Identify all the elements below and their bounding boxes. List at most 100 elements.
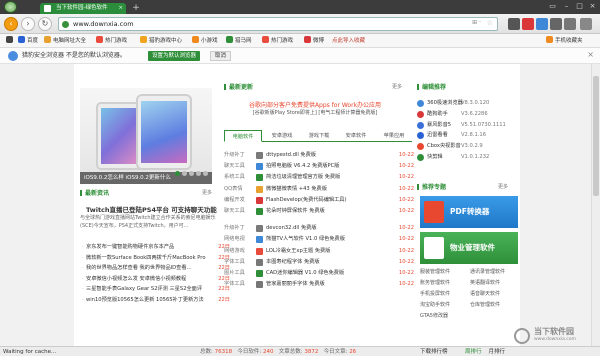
- refresh-button[interactable]: ↻: [38, 17, 52, 31]
- table-row[interactable]: 聊天工具 拍照电脑版 V6.4.2 免费版PC版 10-22: [224, 161, 414, 172]
- table-row[interactable]: 编程开发 FlashDevelop(免费代码编辑工具) 10-22: [224, 195, 414, 206]
- tab-android-software[interactable]: 安卓软件: [338, 130, 374, 142]
- table-row[interactable]: 升级补丁 devcon32.dll 免费版 10-22: [224, 223, 414, 234]
- game-icon[interactable]: [536, 18, 548, 30]
- list-item[interactable]: 三星智能手表Galaxy Gear S2评测 三星S2全面评22日: [82, 284, 230, 295]
- list-item[interactable]: 暴风影音5 V5.51.0730.1111: [417, 120, 513, 131]
- bookmark-item[interactable]: 猎豹游戏中心: [140, 36, 182, 46]
- topic-link[interactable]: 手机投屏软件: [420, 290, 450, 297]
- list-item[interactable]: 酷狗助手 V3.6.2286: [417, 109, 513, 120]
- sidebar-icon[interactable]: [550, 18, 562, 30]
- forward-button[interactable]: ›: [21, 17, 35, 31]
- account-icon[interactable]: [564, 18, 576, 30]
- list-item[interactable]: 京东发布一键智能购物硬件京东本产品22日: [82, 242, 230, 253]
- tab-apple-apps[interactable]: 苹果应用: [376, 130, 412, 142]
- list-item[interactable]: 安卓微信小视频怎么发 安卓微信小视频教程22日: [82, 274, 230, 285]
- tab-game-download[interactable]: 游戏下载: [302, 130, 336, 142]
- slider-dots[interactable]: [173, 169, 208, 181]
- more-link[interactable]: 更多: [392, 83, 402, 90]
- browser-menu-icon[interactable]: [4, 1, 17, 13]
- editor-picks-list: 360极速浏览器 V8.3.0.120 酷狗助手 V3.6.2286 暴风影音5 V5…: [417, 98, 513, 163]
- table-row[interactable]: 网络游戏 LOL冷霜女王xp主题 免费版 10-22: [224, 246, 414, 257]
- cancel-button[interactable]: 取消: [210, 51, 232, 61]
- watermark-logo-icon: [514, 328, 530, 344]
- menu-icon[interactable]: [580, 18, 592, 30]
- tab-android-games[interactable]: 安卓游戏: [264, 130, 300, 142]
- import-bookmarks-link[interactable]: 点此导入收藏: [332, 36, 365, 46]
- topic-link[interactable]: 仓库管理软件: [470, 301, 500, 308]
- bookmark-item[interactable]: 电脑网址大全: [44, 36, 86, 46]
- list-item[interactable]: 360极速浏览器 V8.3.0.120: [417, 98, 513, 109]
- app-icon: [417, 110, 424, 118]
- featured-slider[interactable]: iOS9.0.2怎么样 iOS9.0.2更新什么: [80, 88, 212, 184]
- list-item[interactable]: win10预览版10565怎么更新 10565补丁更新方法22日: [82, 295, 230, 306]
- topics-more-link[interactable]: 更多: [498, 183, 508, 190]
- news-summary: 与全球热门游戏直播网站Twitch建立合作关系的索尼电脑娱乐(SCE)今天宣布，…: [80, 215, 216, 229]
- property-management-banner[interactable]: 物业管理软件: [420, 232, 518, 264]
- new-tab-button[interactable]: +: [130, 3, 142, 14]
- table-row[interactable]: 系统工具 简洁垃圾清理管理官方版 免费版 10-22: [224, 172, 414, 183]
- promo-subline[interactable]: [谷歌新版Play Store即将上] [电气工程师计算器免费版]: [244, 109, 386, 116]
- bookmark-item[interactable]: 猎马网: [226, 36, 252, 46]
- download-icon[interactable]: [522, 18, 534, 30]
- extension-icon[interactable]: [508, 18, 520, 30]
- topic-link[interactable]: 英语翻译软件: [470, 279, 500, 286]
- bookmark-item[interactable]: 百度: [18, 36, 38, 46]
- restore-icon[interactable]: ▭: [548, 2, 557, 11]
- news-more-link[interactable]: 更多: [202, 189, 212, 196]
- back-button[interactable]: ‹: [4, 17, 18, 31]
- mobile-bookmarks[interactable]: 手机收藏夹: [546, 36, 583, 46]
- table-row[interactable]: 字体工具 管家嘉丽丽手字体 免费版 10-22: [224, 279, 414, 290]
- set-default-button[interactable]: 设置为默认浏览器: [148, 51, 201, 61]
- bookmark-item[interactable]: 热门游戏: [96, 36, 127, 46]
- slide-caption[interactable]: iOS9.0.2怎么样 iOS9.0.2更新什么: [80, 169, 212, 184]
- tab-month-rank[interactable]: 月排行: [489, 349, 506, 355]
- pdf-converter-banner[interactable]: PDF转换器: [420, 196, 518, 228]
- bookmark-home-icon[interactable]: [6, 36, 15, 46]
- tab-active[interactable]: 当下软件园-绿色软件 ×: [40, 3, 126, 14]
- toolbar: ‹ › ↻ www.downxia.com ⊞ · ☆: [0, 14, 600, 34]
- list-item[interactable]: 快剪辑 V1.0.1.232: [417, 152, 513, 163]
- vertical-scrollbar[interactable]: [591, 64, 600, 346]
- software-icon: [256, 236, 263, 244]
- table-row[interactable]: 网络电视 熊猫TV人气软件 V1.0 绿色免费版 10-22: [224, 234, 414, 245]
- bookmark-item[interactable]: 小游戏: [192, 36, 218, 46]
- close-notice-icon[interactable]: ×: [587, 50, 594, 59]
- news-list: 京东发布一键智能购物硬件京东本产品22日 微软新一款Surface Book四两…: [82, 242, 230, 305]
- news-headline[interactable]: Twitch直播已登陆PS4平台 可支持聊天功能: [86, 204, 217, 214]
- bookmark-icon: [262, 36, 269, 43]
- maximize-icon[interactable]: □: [575, 2, 584, 11]
- topic-link[interactable]: 服装管理软件: [420, 268, 450, 275]
- topic-link[interactable]: 语音聊天软件: [470, 290, 500, 297]
- tab-pc-software[interactable]: 电脑软件: [224, 130, 262, 142]
- table-row[interactable]: QQ表情 微微猫微表情 +43 免费版 10-22: [224, 184, 414, 195]
- topic-link[interactable]: 账务管理软件: [420, 279, 450, 286]
- table-row[interactable]: 升级补丁 dttypestd.dll 免费版 10-22: [224, 150, 414, 161]
- address-tools-icon[interactable]: ⊞ ·: [472, 19, 481, 26]
- topic-link[interactable]: 淘宝助手软件: [420, 301, 450, 308]
- url-text[interactable]: www.downxia.com: [73, 18, 134, 31]
- topic-link[interactable]: GTA5修改器: [420, 312, 448, 319]
- topic-link[interactable]: 通讯录管理软件: [470, 268, 505, 275]
- promo-headline[interactable]: 谷歌向部分客户免费提供Apps for Work办公应用: [244, 100, 386, 109]
- bookmark-icon: [226, 36, 233, 43]
- bookmark-item[interactable]: 热门游戏: [262, 36, 293, 46]
- software-icon: [256, 152, 263, 159]
- table-row[interactable]: 字体工具 本图寿纪程字体 免费版 10-22: [224, 257, 414, 268]
- list-item[interactable]: 迅雷看看 V2.8.1.16: [417, 130, 513, 141]
- close-window-icon[interactable]: ×: [588, 2, 597, 11]
- table-row[interactable]: 聊天工具 花朵时钟屏保软件 免费版 10-22: [224, 206, 414, 217]
- bookmark-star-icon[interactable]: ☆: [487, 19, 493, 27]
- minimize-icon[interactable]: –: [562, 2, 571, 11]
- address-bar[interactable]: www.downxia.com ⊞ · ☆: [58, 17, 498, 31]
- list-item[interactable]: 微软新一款Surface Book四两拨千斤MacBook Pro22日: [82, 253, 230, 264]
- scrollbar-thumb[interactable]: [593, 76, 599, 196]
- software-list: 升级补丁 dttypestd.dll 免费版 10-22 聊天工具 拍照电脑版 V6.…: [224, 150, 414, 290]
- list-item[interactable]: Cbox央视影音 V3.0.2.9: [417, 141, 513, 152]
- tab-close-button[interactable]: ×: [118, 3, 123, 14]
- table-row[interactable]: 图片工具 CAD迷你编辑器 V1.0 绿色免费版 10-22: [224, 268, 414, 279]
- download-rank-title: 下载排行榜: [420, 349, 448, 355]
- bookmark-item[interactable]: 微博: [304, 36, 324, 46]
- tab-week-rank[interactable]: 周排行: [465, 349, 482, 355]
- list-item[interactable]: 我的世界物品怎样查看 我的世界物品ID查看…22日: [82, 263, 230, 274]
